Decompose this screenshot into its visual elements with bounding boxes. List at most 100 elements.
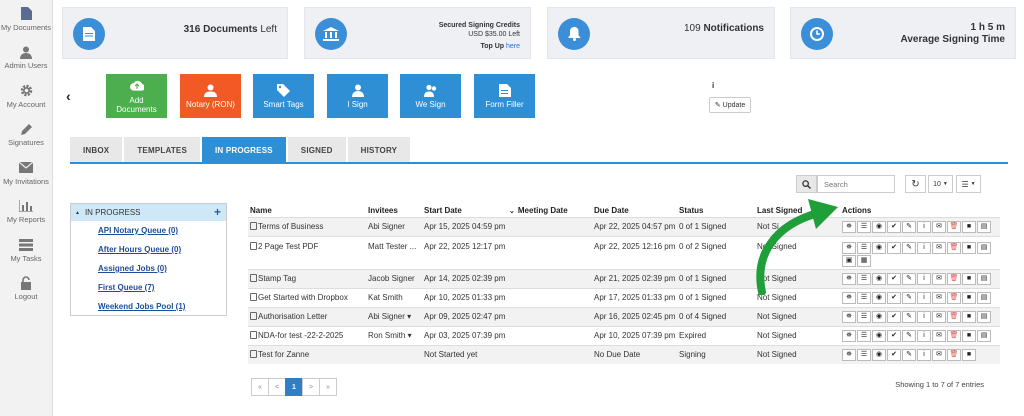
download-icon[interactable]: ▤ (977, 310, 991, 323)
prev-page-button[interactable]: < (268, 378, 286, 396)
mail-icon[interactable]: ✉ (932, 272, 946, 285)
info-icon[interactable]: i (712, 81, 714, 90)
check-icon[interactable]: ✔ (887, 272, 901, 285)
signer-icon[interactable]: ◉ (872, 241, 886, 254)
column-header-due-date[interactable]: Due Date (592, 204, 677, 217)
delete-icon[interactable]: 🗑 (947, 348, 961, 361)
mail-icon[interactable]: ✉ (932, 291, 946, 304)
signer-icon[interactable]: ◉ (872, 348, 886, 361)
info-icon[interactable]: i (917, 348, 931, 361)
refresh-button[interactable]: ↻ (905, 175, 926, 193)
edit-icon[interactable]: ✎ (902, 291, 916, 304)
sidebar-item-admin-users[interactable]: Admin Users (0, 39, 52, 78)
mail-icon[interactable]: ✉ (932, 220, 946, 233)
tab-inbox[interactable]: INBOX (70, 137, 123, 163)
edit-icon[interactable]: ✎ (902, 329, 916, 342)
signer-icon[interactable]: ◉ (872, 291, 886, 304)
notifications-card[interactable]: 109 Notifications (547, 7, 775, 59)
folder-icon[interactable]: ■ (962, 291, 976, 304)
edit-icon[interactable]: ✎ (902, 310, 916, 323)
binoculars-icon[interactable]: ⛯ (842, 329, 856, 342)
mail-icon[interactable]: ✉ (932, 241, 946, 254)
sidebar-item-my-documents[interactable]: My Documents (0, 0, 52, 39)
check-icon[interactable]: ✔ (887, 241, 901, 254)
document-name-text[interactable]: Get Started with Dropbox (258, 293, 348, 302)
download-icon[interactable]: ▤ (977, 241, 991, 254)
page-1-button[interactable]: 1 (285, 378, 303, 396)
info-icon[interactable]: i (917, 220, 931, 233)
signer-icon[interactable]: ◉ (872, 272, 886, 285)
document-name-text[interactable]: Authorisation Letter (258, 312, 327, 321)
table-row[interactable]: Stamp Tag Jacob Signer Apr 14, 2025 02:39 … (248, 268, 1000, 288)
tab-history[interactable]: HISTORY (347, 137, 411, 163)
queue-link[interactable]: Weekend Jobs Pool (1) (98, 302, 226, 315)
edit-icon[interactable]: ✎ (902, 220, 916, 233)
search-icon[interactable] (796, 175, 817, 193)
table-row[interactable]: 2 Page Test PDF Matt Tester ... Apr 22, 20… (248, 235, 1000, 269)
queue-header[interactable]: ▲ IN PROGRESS + (71, 204, 226, 221)
list-icon[interactable]: ☰ (857, 272, 871, 285)
check-icon[interactable]: ✔ (887, 291, 901, 304)
info-icon[interactable]: i (917, 329, 931, 342)
list-icon[interactable]: ☰ (857, 291, 871, 304)
smart-tags-button[interactable]: Smart Tags (253, 74, 314, 118)
document-name-text[interactable]: Test for Zanne (258, 350, 309, 359)
download-icon[interactable]: ▤ (977, 291, 991, 304)
info-icon[interactable]: i (917, 272, 931, 285)
note-icon[interactable]: ▦ (857, 254, 871, 267)
document-name-text[interactable]: 2 Page Test PDF (258, 242, 318, 251)
signer-icon[interactable]: ◉ (872, 220, 886, 233)
queue-link[interactable]: After Hours Queue (0) (98, 245, 226, 258)
search-input[interactable] (817, 175, 895, 193)
document-name-text[interactable]: Terms of Business (258, 222, 323, 231)
tab-in-progress[interactable]: IN PROGRESS (202, 137, 286, 163)
list-icon[interactable]: ☰ (857, 310, 871, 323)
folder-icon[interactable]: ■ (962, 329, 976, 342)
topup-link[interactable]: here (506, 43, 520, 50)
binoculars-icon[interactable]: ⛯ (842, 348, 856, 361)
back-chevron-icon[interactable]: ‹ (66, 88, 71, 104)
queue-link[interactable]: First Queue (7) (98, 283, 226, 296)
delete-icon[interactable]: 🗑 (947, 291, 961, 304)
queue-link[interactable]: API Notary Queue (0) (98, 226, 226, 239)
folder-icon[interactable]: ■ (962, 220, 976, 233)
sidebar-item-my-tasks[interactable]: My Tasks (0, 231, 52, 270)
page-size-select[interactable]: 10 ▼ (928, 175, 953, 193)
edit-icon[interactable]: ✎ (902, 272, 916, 285)
folder-icon[interactable]: ■ (962, 310, 976, 323)
add-queue-icon[interactable]: + (214, 205, 221, 219)
check-icon[interactable]: ✔ (887, 310, 901, 323)
table-row[interactable]: NDA-for test -22-2-2025 Ron Smith ▾ Apr 03… (248, 325, 1000, 345)
update-button[interactable]: ✎ Update (709, 97, 751, 113)
table-row[interactable]: Authorisation Letter Abi Signer ▾ Apr 09, … (248, 306, 1000, 326)
list-icon[interactable]: ☰ (857, 220, 871, 233)
notary-ron-button[interactable]: Notary (RON) (180, 74, 241, 118)
sidebar-item-my-reports[interactable]: My Reports (0, 193, 52, 232)
document-name-text[interactable]: Stamp Tag (258, 274, 296, 283)
sidebar-item-signatures[interactable]: Signatures (0, 116, 52, 155)
check-icon[interactable]: ✔ (887, 329, 901, 342)
column-header-name[interactable]: Name (248, 204, 366, 217)
table-row[interactable]: Terms of Business Abi Signer Apr 15, 2025 … (248, 216, 1000, 236)
sidebar-item-my-invitations[interactable]: My Invitations (0, 154, 52, 193)
mail-icon[interactable]: ✉ (932, 348, 946, 361)
column-header-invitees[interactable]: Invitees (366, 204, 422, 217)
i-sign-button[interactable]: I Sign (327, 74, 388, 118)
last-page-button[interactable]: » (319, 378, 337, 396)
tab-templates[interactable]: TEMPLATES (124, 137, 200, 163)
info-icon[interactable]: i (917, 241, 931, 254)
signer-icon[interactable]: ◉ (872, 310, 886, 323)
first-page-button[interactable]: « (251, 378, 269, 396)
folder-icon[interactable]: ■ (962, 348, 976, 361)
column-header-meeting-date[interactable]: ⌄ Meeting Date (507, 204, 592, 217)
form-filler-button[interactable]: Form Filler (474, 74, 535, 118)
next-page-button[interactable]: > (302, 378, 320, 396)
edit-icon[interactable]: ✎ (902, 348, 916, 361)
check-icon[interactable]: ✔ (887, 348, 901, 361)
info-icon[interactable]: i (917, 310, 931, 323)
list-icon[interactable]: ☰ (857, 329, 871, 342)
column-header-start-date[interactable]: Start Date (422, 204, 507, 217)
document-name-text[interactable]: NDA-for test -22-2-2025 (258, 331, 343, 340)
info-icon[interactable]: i (917, 291, 931, 304)
delete-icon[interactable]: 🗑 (947, 310, 961, 323)
